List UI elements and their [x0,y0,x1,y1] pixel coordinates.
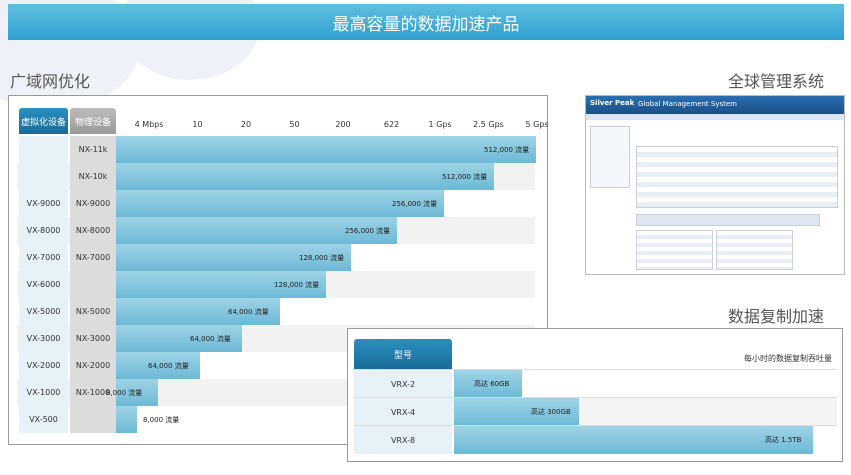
throughput-bar-label: 512,000 流量 [442,172,488,181]
throughput-bar-label: 512,000 流量 [484,145,530,154]
physical-model-cell [70,406,116,433]
throughput-bar-label: 128,000 流量 [299,253,345,262]
virtual-model-cell: VX-500 [19,406,68,433]
gms-bottom-table-left [636,230,713,270]
gms-table [636,146,838,208]
throughput-bar [116,163,494,190]
physical-column-header: 物理设备 [70,108,116,134]
virtual-model-cell: VX-1000 [19,379,68,406]
throughput-bar-label: 8,000 流量 [106,388,143,397]
virtual-model-cell [19,136,68,163]
replication-row: VRX-8 高达 1.5TB [354,425,837,454]
virtual-model-cell: VX-6000 [19,271,68,298]
gms-screenshot: Silver Peak Global Management System [585,95,845,275]
axis-tick-label: 2.5 Gps [473,120,504,129]
axis-tick-label: 50 [289,120,300,129]
throughput-bar-label: 256,000 流量 [345,226,391,235]
virtual-model-cell [19,163,68,190]
virtual-model-cell: VX-5000 [19,298,68,325]
model-column-header: 型号 [354,339,452,369]
axis-tick-label: 200 [335,120,351,129]
physical-model-cell: NX-7000 [70,244,116,271]
replication-bar-label: 高达 1.5TB [765,436,802,444]
wan-row: VX-6000 128,000 流量 [17,271,535,298]
throughput-bar [116,136,536,163]
axis-tick-label: 1 Gps [428,120,452,129]
gms-toolbar [586,114,844,120]
axis-tick-label: 5 Gps [525,120,549,129]
replication-row: VRX-4 高达 300GB [354,397,837,426]
throughput-bar-label: 64,000 流量 [228,307,269,316]
wan-row: NX-11k 512,000 流量 [17,136,536,163]
wan-row: NX-10k 512,000 流量 [17,163,535,190]
virtual-model-cell: VX-9000 [19,190,68,217]
replication-bar-label: 高达 60GB [474,380,510,388]
banner-title: 最高容量的数据加速产品 [8,4,844,40]
virtual-model-cell: VX-8000 [19,217,68,244]
wan-row: VX-9000 NX-9000 256,000 流量 [17,190,535,217]
replication-chart-panel: 型号 每小时的数据复制吞吐量 VRX-2 高达 60GB VRX-4 高达 300GB… [347,328,843,462]
gms-graph [636,214,820,226]
physical-model-cell: NX-5000 [70,298,116,325]
axis-tick-label: 10 [192,120,203,129]
gms-header-bar: Silver Peak Global Management System [586,96,844,114]
wan-row: VX-8000 NX-8000 256,000 流量 [17,217,535,244]
replication-row: VRX-2 高达 60GB [354,369,837,398]
axis-tick-label: 622 [383,120,400,129]
physical-model-cell: NX-10k [70,163,116,190]
axis-tick-label: 20 [240,120,252,129]
throughput-bar-label: 64,000 流量 [148,361,189,370]
throughput-bar-label: 8,000 流量 [143,415,180,424]
physical-model-cell [70,271,116,298]
axis-tick-label: 4 Mbps [134,120,164,129]
virtual-column-header: 虚拟化设备 [19,108,68,134]
virtual-model-cell: VX-2000 [19,352,68,379]
replication-model-cell: VRX-4 [354,398,452,426]
throughput-bar-label: 256,000 流量 [392,199,438,208]
throughput-bar [116,406,137,433]
physical-model-cell: NX-9000 [70,190,116,217]
throughput-bar-label: 128,000 流量 [274,280,320,289]
replication-caption: 每小时的数据复制吞吐量 [744,354,832,363]
physical-model-cell: NX-2000 [70,352,116,379]
virtual-model-cell: VX-7000 [19,244,68,271]
gms-bottom-table-right [716,230,793,270]
replication-bar [454,426,813,454]
wan-row: VX-5000 NX-5000 64,000 流量 [17,298,535,325]
replication-model-cell: VRX-2 [354,370,452,398]
throughput-bar-label: 64,000 流量 [190,334,231,343]
silver-peak-logo: Silver Peak [590,99,635,107]
wan-row: VX-7000 NX-7000 128,000 流量 [17,244,535,271]
replication-model-cell: VRX-8 [354,426,452,454]
replication-bar-label: 高达 300GB [531,408,571,416]
wan-section-title: 广域网优化 [10,72,91,91]
gms-app-title: Global Management System [638,100,737,108]
physical-model-cell: NX-11k [70,136,116,163]
physical-model-cell: NX-8000 [70,217,116,244]
virtual-model-cell: VX-3000 [19,325,68,352]
gms-tree-panel [590,126,630,188]
gms-section-title: 全球管理系统 [728,72,825,91]
replication-section-title: 数据复制加速 [728,307,825,326]
physical-model-cell: NX-3000 [70,325,116,352]
